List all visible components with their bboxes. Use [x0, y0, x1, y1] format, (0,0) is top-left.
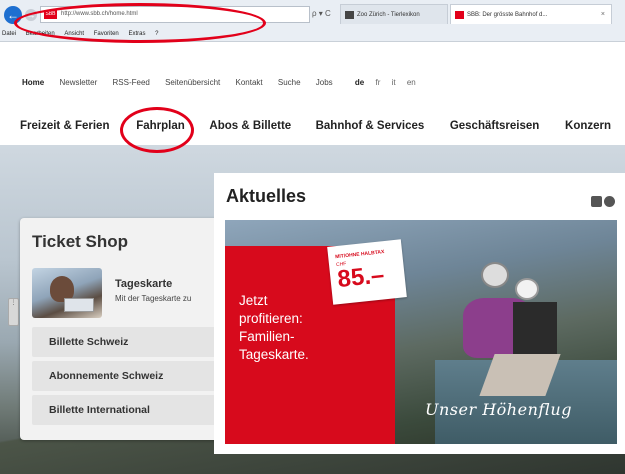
tab-zoo[interactable]: Zoo Zürich - Tierlexikon [340, 4, 448, 24]
address-text: http://www.sbb.ch/home.html [61, 11, 138, 17]
close-tab-icon[interactable]: × [601, 5, 605, 25]
legs-shape [479, 354, 561, 396]
sbb-tab-favicon-icon [455, 11, 464, 19]
lang-it[interactable]: it [392, 78, 396, 87]
sbb-favicon-icon: SBB [44, 10, 57, 19]
nav-home[interactable]: Home [22, 78, 44, 87]
helmet-shape [481, 262, 509, 288]
main-nav-konzern[interactable]: Konzern [565, 120, 611, 132]
menu-bearbeiten[interactable]: Bearbeiten [26, 31, 55, 37]
main-nav-freizeit[interactable]: Freizeit & Ferien [20, 120, 133, 132]
tab-label: SBB: Der grösste Bahnhof d... [467, 12, 548, 18]
aktuelles-title: Aktuelles [226, 186, 307, 206]
main-nav-bahnhof[interactable]: Bahnhof & Services [316, 120, 447, 132]
ad-slogan: Unser Höhenflug [425, 400, 572, 419]
aktuelles-panel: Aktuelles Jetzt profitieren: Familien- T… [214, 173, 625, 454]
side-handle-icon[interactable]: ⋮ [8, 298, 19, 326]
nav-newsletter[interactable]: Newsletter [59, 78, 97, 87]
nav-contact[interactable]: Kontakt [235, 78, 262, 87]
tageskarte-card[interactable]: Tageskarte Mit der Tageskarte zu [30, 266, 225, 322]
link-abonnemente-schweiz[interactable]: Abonnemente Schweiz [32, 361, 220, 391]
service-nav: Home Newsletter RSS-Feed Seitenübersicht… [22, 78, 425, 87]
ticket-shop-title: Ticket Shop [32, 232, 129, 251]
browser-chrome: ← → SBB http://www.sbb.ch/home.html ρ ▾ … [0, 0, 625, 42]
menu-bar: Datei Bearbeiten Ansicht Favoriten Extra… [0, 31, 164, 41]
tageskarte-ad[interactable]: Jetzt profitieren: Familien- Tageskarte.… [225, 220, 617, 444]
back-arrow-icon[interactable]: ← [4, 6, 22, 24]
main-nav-abos[interactable]: Abos & Billette [209, 120, 312, 132]
link-billette-schweiz[interactable]: Billette Schweiz [32, 327, 220, 357]
price-tag: MIT/OHNE HALBTAX CHF 85.– [327, 239, 407, 305]
aktuelles-tools [589, 194, 615, 212]
menu-datei[interactable]: Datei [2, 31, 16, 37]
menu-extras[interactable]: Extras [128, 31, 145, 37]
tageskarte-title: Tageskarte [115, 278, 173, 290]
menu-help[interactable]: ? [155, 31, 158, 37]
main-nav: Freizeit & Ferien Fahrplan Abos & Billet… [20, 120, 611, 132]
ad-text: Jetzt profitieren: Familien- Tageskarte. [239, 293, 309, 362]
link-billette-international[interactable]: Billette International [32, 395, 220, 425]
nav-sitemap[interactable]: Seitenübersicht [165, 78, 220, 87]
forward-arrow-icon[interactable]: → [25, 9, 37, 21]
nav-search[interactable]: Suche [278, 78, 301, 87]
email-icon[interactable] [591, 196, 602, 207]
lang-en[interactable]: en [407, 78, 416, 87]
price-label: MIT/OHNE HALBTAX [334, 249, 385, 261]
address-bar[interactable]: SBB http://www.sbb.ch/home.html [40, 6, 310, 23]
ticket-shop-panel: Ticket Shop Tageskarte Mit der Tageskart… [20, 218, 225, 440]
main-nav-fahrplan[interactable]: Fahrplan [136, 120, 206, 132]
nav-jobs[interactable]: Jobs [316, 78, 333, 87]
nav-rss[interactable]: RSS-Feed [113, 78, 150, 87]
main-nav-geschaeftsreisen[interactable]: Geschäftsreisen [450, 120, 562, 132]
tageskarte-desc: Mit der Tageskarte zu [115, 294, 192, 303]
tab-label: Zoo Zürich - Tierlexikon [357, 12, 420, 18]
lang-fr[interactable]: fr [376, 78, 381, 87]
tageskarte-thumbnail [32, 268, 102, 318]
paragliders-illustration [453, 258, 603, 408]
menu-favoriten[interactable]: Favoriten [94, 31, 119, 37]
lang-de[interactable]: de [355, 78, 364, 87]
menu-ansicht[interactable]: Ansicht [64, 31, 84, 37]
laptop-shape [64, 298, 94, 312]
pilot-helmet-shape [515, 278, 539, 300]
tab-sbb[interactable]: SBB: Der grösste Bahnhof d... × [450, 4, 612, 24]
share-icon[interactable] [604, 196, 615, 207]
zoo-favicon-icon [345, 11, 354, 19]
harness-shape [513, 302, 557, 356]
address-tools[interactable]: ρ ▾ C [312, 9, 331, 18]
price-value: 85.– [336, 261, 386, 294]
